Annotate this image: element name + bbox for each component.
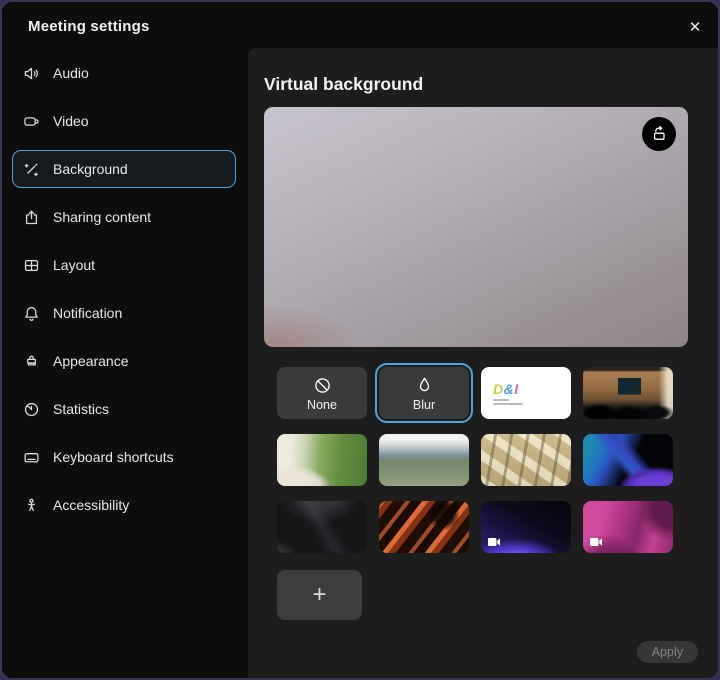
- bg-option-purple-glow-video[interactable]: [481, 501, 571, 553]
- droplet-icon: [414, 375, 435, 396]
- bg-option-label: None: [307, 398, 337, 412]
- dialog-title: Meeting settings: [28, 18, 150, 35]
- layout-grid-icon: [23, 257, 40, 274]
- flip-camera-button[interactable]: [642, 117, 676, 151]
- sidebar-item-label: Audio: [53, 65, 89, 81]
- bg-option-none[interactable]: None: [277, 367, 367, 419]
- bg-option-blurred-mountains[interactable]: [379, 434, 469, 486]
- sidebar-item-statistics[interactable]: Statistics: [12, 390, 236, 428]
- pie-chart-icon: [23, 401, 40, 418]
- settings-sidebar: Audio Video Background Sharing content L…: [2, 46, 246, 678]
- bg-option-pink-waves-video[interactable]: [583, 501, 673, 553]
- sidebar-item-label: Accessibility: [53, 497, 129, 513]
- di-logo-tagline: [493, 403, 523, 405]
- video-camera-badge-icon: [589, 537, 603, 547]
- apply-button[interactable]: Apply: [637, 641, 698, 663]
- sidebar-item-label: Video: [53, 113, 89, 129]
- bg-option-orange-lava[interactable]: [379, 501, 469, 553]
- bg-option-office-room[interactable]: [583, 367, 673, 419]
- sidebar-item-label: Appearance: [53, 353, 129, 369]
- speaker-icon: [23, 65, 40, 82]
- bg-option-label: Blur: [413, 398, 435, 412]
- panel-title: Virtual background: [264, 73, 702, 95]
- virtual-background-panel: Virtual background None Blur D&I: [248, 48, 718, 678]
- bg-option-dark-swirl[interactable]: [277, 501, 367, 553]
- sidebar-item-background[interactable]: Background: [12, 150, 236, 188]
- bg-option-abstract-blue-purple[interactable]: [583, 434, 673, 486]
- plus-icon: +: [312, 583, 326, 607]
- camera-icon: [23, 113, 40, 130]
- close-button[interactable]: ✕: [682, 14, 708, 40]
- flip-camera-icon: [650, 125, 668, 143]
- background-options-grid: None Blur D&I: [277, 367, 718, 553]
- keyboard-icon: [23, 449, 40, 466]
- sidebar-item-video[interactable]: Video: [12, 102, 236, 140]
- accessibility-person-icon: [23, 497, 40, 514]
- di-logo-text: D&I: [493, 382, 571, 396]
- sidebar-item-label: Layout: [53, 257, 95, 273]
- sidebar-item-audio[interactable]: Audio: [12, 54, 236, 92]
- bg-option-patio-couch[interactable]: [277, 434, 367, 486]
- meeting-settings-dialog: Meeting settings ✕ Audio Video Backgroun…: [0, 0, 720, 680]
- prohibited-icon: [312, 375, 333, 396]
- add-background-button[interactable]: +: [277, 570, 362, 620]
- close-icon: ✕: [689, 18, 702, 36]
- sidebar-item-appearance[interactable]: Appearance: [12, 342, 236, 380]
- di-logo-tagline: [493, 399, 509, 401]
- sidebar-item-label: Statistics: [53, 401, 109, 417]
- sidebar-item-sharing-content[interactable]: Sharing content: [12, 198, 236, 236]
- sidebar-item-layout[interactable]: Layout: [12, 246, 236, 284]
- magic-wand-icon: [23, 161, 40, 178]
- sidebar-item-label: Keyboard shortcuts: [53, 449, 174, 465]
- sidebar-item-label: Background: [53, 161, 128, 177]
- sidebar-item-label: Notification: [53, 305, 122, 321]
- sidebar-item-label: Sharing content: [53, 209, 151, 225]
- bell-icon: [23, 305, 40, 322]
- bg-option-di-logo[interactable]: D&I: [481, 367, 571, 419]
- video-camera-badge-icon: [487, 537, 501, 547]
- paintbrush-icon: [23, 353, 40, 370]
- bg-option-window-blinds[interactable]: [481, 434, 571, 486]
- sidebar-item-notification[interactable]: Notification: [12, 294, 236, 332]
- sidebar-item-keyboard-shortcuts[interactable]: Keyboard shortcuts: [12, 438, 236, 476]
- camera-preview: [264, 107, 688, 347]
- apply-button-label: Apply: [652, 645, 683, 659]
- share-icon: [23, 209, 40, 226]
- bg-option-blur[interactable]: Blur: [379, 367, 469, 419]
- sidebar-item-accessibility[interactable]: Accessibility: [12, 486, 236, 524]
